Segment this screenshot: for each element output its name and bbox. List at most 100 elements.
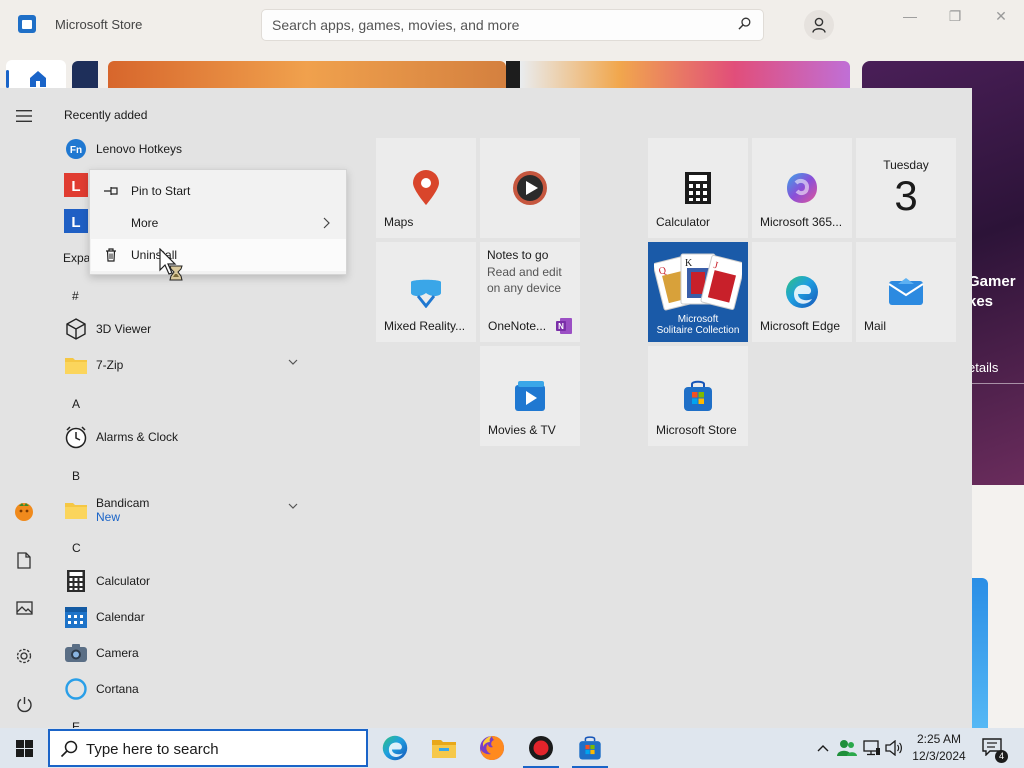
notification-count-badge: 4: [995, 750, 1008, 763]
taskbar-app-firefox[interactable]: [468, 728, 516, 768]
user-account-button[interactable]: [0, 492, 48, 532]
recently-added-heading: Recently added: [64, 108, 148, 122]
taskbar-app-edge[interactable]: [371, 728, 419, 768]
app-label: Lenovo Hotkeys: [96, 142, 183, 156]
documents-button[interactable]: [0, 540, 48, 580]
app-list-item-cortana[interactable]: Cortana: [58, 671, 310, 707]
user-icon: [812, 17, 826, 33]
hero-banner[interactable]: [72, 61, 98, 89]
power-button[interactable]: [0, 684, 48, 724]
taskbar-app-file-explorer[interactable]: [420, 728, 468, 768]
chevron-down-icon[interactable]: [288, 359, 298, 365]
calculator-icon: [678, 168, 718, 208]
tile-microsoft-365[interactable]: Microsoft 365...: [752, 138, 852, 238]
store-icon: [579, 736, 601, 760]
taskbar-app-bandicam[interactable]: [517, 728, 565, 768]
profile-button[interactable]: [804, 10, 834, 40]
app-label: 3D Viewer: [96, 322, 152, 336]
app-list-item-7zip[interactable]: 7-Zip: [58, 347, 310, 383]
chevron-down-icon[interactable]: [288, 503, 298, 509]
app-label: Calendar: [96, 610, 145, 624]
app-list-item-3d-viewer[interactable]: 3D Viewer: [58, 311, 310, 347]
app-label: Bandicam: [96, 495, 150, 510]
app-label: Camera: [96, 646, 139, 660]
app-list-item-calculator[interactable]: Calculator: [58, 563, 310, 599]
context-menu: Pin to Start More Uninstall: [89, 169, 347, 275]
hero-banner: [506, 61, 520, 89]
context-uninstall[interactable]: Uninstall: [91, 239, 346, 271]
store-card[interactable]: [972, 578, 988, 728]
group-letter-c[interactable]: C: [72, 541, 81, 555]
group-letter-hash[interactable]: #: [72, 289, 79, 303]
app-label: 7-Zip: [96, 358, 124, 372]
group-letter-b[interactable]: B: [72, 469, 80, 483]
chevron-up-icon: [817, 745, 829, 752]
taskbar-clock[interactable]: 2:25 AM 12/3/2024: [904, 731, 974, 765]
taskbar-search-box[interactable]: [48, 729, 368, 767]
tile-groove-music[interactable]: [480, 138, 580, 238]
store-search-input[interactable]: [261, 9, 764, 41]
tile-mail[interactable]: Mail: [856, 242, 956, 342]
close-button[interactable]: ✕: [986, 8, 1016, 26]
tile-calendar[interactable]: Tuesday 3: [856, 138, 956, 238]
app-list-item-lenovo-hotkeys[interactable]: Fn Lenovo Hotkeys: [58, 131, 310, 167]
svg-text:Fn: Fn: [70, 145, 82, 156]
tile-mixed-reality[interactable]: Mixed Reality...: [376, 242, 476, 342]
group-letter-a[interactable]: A: [72, 397, 80, 411]
clock-time: 2:25 AM: [916, 732, 962, 746]
tile-solitaire[interactable]: QKJ Microsoft Solitaire Collection: [648, 242, 748, 342]
power-icon: [16, 696, 32, 712]
calendar-icon: [63, 604, 89, 630]
tile-label: OneNote...: [488, 319, 547, 333]
network-button[interactable]: [861, 728, 883, 768]
tile-label: Maps: [384, 215, 414, 229]
settings-button[interactable]: [0, 636, 48, 676]
map-pin-icon: [406, 168, 446, 208]
search-icon[interactable]: [738, 17, 751, 30]
lenovo-blue-icon: L: [63, 208, 89, 234]
store-logo-icon: [18, 15, 36, 33]
cortana-icon: [63, 676, 89, 702]
tray-people-icon-button[interactable]: [836, 728, 858, 768]
taskbar-app-microsoft-store[interactable]: [566, 728, 614, 768]
mail-icon: [886, 272, 926, 312]
document-icon: [17, 551, 31, 569]
tile-microsoft-store[interactable]: Microsoft Store: [648, 346, 748, 446]
show-hidden-icons-button[interactable]: [814, 728, 832, 768]
app-list-item-calendar[interactable]: Calendar: [58, 599, 310, 635]
tile-movies-tv[interactable]: Movies & TV: [480, 346, 580, 446]
tile-onenote[interactable]: Notes to go Read and edit on any device O…: [480, 242, 580, 342]
app-list-item-camera[interactable]: Camera: [58, 635, 310, 671]
tile-maps[interactable]: Maps: [376, 138, 476, 238]
expand-menu-button[interactable]: [0, 96, 48, 136]
context-label: Pin to Start: [131, 184, 191, 198]
start-button[interactable]: [0, 728, 48, 768]
app-label: Calculator: [96, 574, 151, 588]
hero-banner[interactable]: [520, 61, 850, 89]
expand-label[interactable]: Expa: [63, 251, 90, 265]
minimize-button[interactable]: —: [895, 8, 925, 26]
group-letter-e[interactable]: E: [72, 720, 80, 728]
app-list-item-alarms-clock[interactable]: Alarms & Clock: [58, 419, 310, 455]
context-more[interactable]: More: [91, 207, 346, 239]
new-badge: New: [96, 509, 121, 524]
hero-divider: [972, 383, 1024, 384]
taskbar: 2:25 AM 12/3/2024 4: [0, 728, 1024, 768]
tile-calculator[interactable]: Calculator: [648, 138, 748, 238]
app-list-item-bandicam[interactable]: Bandicam New: [58, 491, 310, 529]
windows-logo-icon: [15, 739, 33, 757]
tile-label: Microsoft Solitaire Collection: [656, 314, 740, 336]
volume-button[interactable]: [884, 728, 904, 768]
search-icon: [60, 740, 78, 758]
hero-details-link[interactable]: etails: [968, 360, 998, 375]
svg-text:K: K: [685, 258, 693, 269]
hero-banner[interactable]: [108, 61, 506, 89]
pictures-button[interactable]: [0, 588, 48, 628]
calendar-day: Tuesday: [883, 158, 929, 172]
taskbar-search-input[interactable]: [86, 738, 356, 760]
tile-label: Microsoft 365...: [760, 215, 843, 229]
maximize-button[interactable]: ❐: [940, 8, 970, 26]
folder-icon: [432, 740, 456, 758]
tile-microsoft-edge[interactable]: Microsoft Edge: [752, 242, 852, 342]
context-pin-to-start[interactable]: Pin to Start: [91, 175, 346, 207]
